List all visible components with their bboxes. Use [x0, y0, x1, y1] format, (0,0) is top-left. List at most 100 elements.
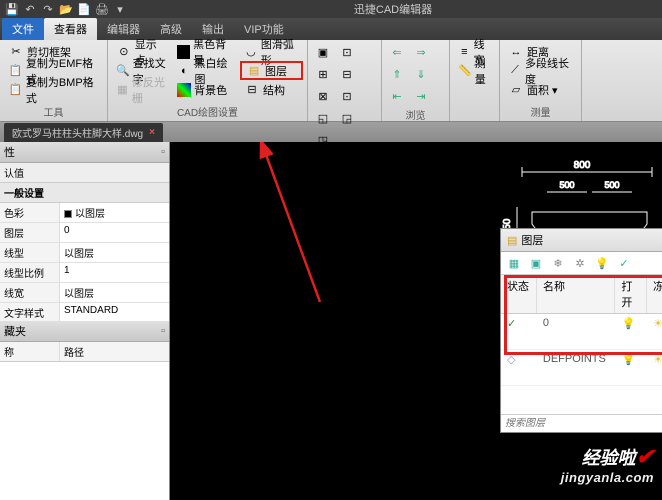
layer-filter-icon[interactable]: ✲ [572, 255, 588, 271]
layer-settings-icon[interactable]: ❄ [550, 255, 566, 271]
layer-panel[interactable]: ▤ 图层 ▦ ▣ ❄ ✲ 💡 ✓ 状态 名称 打开 冻结 色彩 ✓ 0 💡 ☀ … [500, 228, 662, 433]
layer-states-icon[interactable]: ▣ [528, 255, 544, 271]
app-title: 迅捷CAD编辑器 [128, 1, 658, 17]
nav-down-icon[interactable]: ⇓ [410, 64, 432, 84]
annotation-red-box [504, 275, 662, 355]
svg-text:500: 500 [604, 180, 619, 190]
close-tab-icon[interactable]: × [149, 127, 155, 138]
new-layer-icon[interactable]: ▦ [506, 255, 522, 271]
qat-dropdown-icon[interactable]: ▾ [112, 1, 128, 17]
prop-row-textstyle[interactable]: 文字样式STANDARD [0, 303, 169, 321]
group-label-measure: 测量 [504, 103, 577, 119]
bg-color-button[interactable]: 背景色 [173, 80, 238, 99]
pos-btn-7[interactable]: ◱ [312, 108, 334, 128]
layers-icon: ▤ [507, 234, 517, 247]
pos-btn-5[interactable]: ⊠ [312, 86, 334, 106]
area-icon: ▱ [508, 82, 524, 98]
tree-icon: ⊟ [244, 82, 260, 98]
raster-icon: ▦ [116, 82, 129, 98]
sun-icon[interactable]: ☀ [653, 354, 662, 366]
pos-btn-3[interactable]: ⊞ [312, 64, 334, 84]
point-icon: ⊙ [116, 44, 132, 60]
layers-icon: ▤ [246, 63, 262, 79]
pos-btn-8[interactable]: ◲ [336, 108, 358, 128]
copy-bmp-button[interactable]: 📋复制为BMP格式 [4, 80, 103, 99]
prop-row-lineweight[interactable]: 线宽以图层 [0, 283, 169, 303]
ribbon-group-position: ▣ ⊡ ⊞ ⊟ ⊠ ⊡ ◱ ◲ ◳ 位置 [308, 40, 382, 121]
prop-row-color[interactable]: 色彩以图层 [0, 203, 169, 223]
layer-bulb-icon[interactable]: 💡 [594, 255, 610, 271]
default-value-label: 认值 [0, 163, 169, 183]
close-favorites-icon[interactable]: ▫ [161, 325, 165, 337]
svg-text:800: 800 [574, 160, 591, 171]
layers-button[interactable]: ▤图层 [240, 61, 303, 80]
title-bar: 💾 ↶ ↷ 📂 📄 🖨 ▾ 迅捷CAD编辑器 [0, 0, 662, 18]
nav-up-icon[interactable]: ⇑ [386, 64, 408, 84]
group-label-browse: 浏览 [386, 106, 445, 122]
ribbon-group-lineweight: ≡线宽 📏测量 [450, 40, 500, 121]
watermark: 经验啦✔ jingyanla.com [561, 444, 654, 485]
layer-row[interactable]: ◇ DEFPOINTS 💡 ☀ 黑 [501, 350, 662, 386]
ribbon-tabs: 文件 查看器 编辑器 高级 输出 VIP功能 [0, 18, 662, 40]
layer-icon: ◇ [507, 354, 515, 366]
nav-left-icon[interactable]: ⇐ [386, 42, 408, 62]
close-panel-icon[interactable]: ▫ [161, 146, 165, 158]
area-button[interactable]: ▱面积 ▾ [504, 80, 577, 99]
nav-right-icon[interactable]: ⇒ [410, 42, 432, 62]
line-icon: ≡ [458, 44, 471, 60]
lightbulb-icon[interactable]: 💡 [622, 354, 636, 366]
layer-panel-header[interactable]: ▤ 图层 [501, 229, 662, 252]
smooth-arc-button[interactable]: ◡图滑弧形 [240, 42, 303, 61]
properties-header: 性 ▫ [0, 142, 169, 163]
tab-file[interactable]: 文件 [2, 18, 44, 40]
favorites-header: 藏夹 ▫ [0, 321, 169, 342]
prop-row-layer[interactable]: 图层0 [0, 223, 169, 243]
ribbon-group-measure: ↔距离 ⟋多段线长度 ▱面积 ▾ 测量 [500, 40, 582, 121]
qat-new-icon[interactable]: 📄 [76, 1, 92, 17]
measure-button[interactable]: 📏测量 [454, 61, 495, 80]
qat-undo-icon[interactable]: ↶ [22, 1, 38, 17]
qat-open-icon[interactable]: 📂 [58, 1, 74, 17]
check-mark-icon: ✔ [636, 444, 654, 469]
layer-toolbar: ▦ ▣ ❄ ✲ 💡 ✓ [501, 252, 662, 275]
polyline-length-button[interactable]: ⟋多段线长度 [504, 61, 577, 80]
search-icon: 🔍 [116, 63, 130, 79]
section-general: 一般设置 [0, 183, 169, 203]
arc-icon: ◡ [244, 44, 258, 60]
ribbon-group-tools: ✂剪切框架 📋复制为EMF格式 📋复制为BMP格式 工具 [0, 40, 108, 121]
group-label-tools: 工具 [4, 103, 103, 119]
qat-save-icon[interactable]: 💾 [4, 1, 20, 17]
pos-btn-4[interactable]: ⊟ [336, 64, 358, 84]
prop-row-ltscale[interactable]: 线型比例1 [0, 263, 169, 283]
nav-prev-icon[interactable]: ⇤ [386, 86, 408, 106]
structure-button[interactable]: ⊟结构 [240, 80, 303, 99]
distance-icon: ↔ [508, 44, 524, 60]
nav-end-icon[interactable]: ⇥ [410, 86, 432, 106]
layer-check-icon[interactable]: ✓ [616, 255, 632, 271]
bw-icon: ◐ [177, 63, 191, 79]
qat-redo-icon[interactable]: ↷ [40, 1, 56, 17]
prop-row-linetype[interactable]: 线型以图层 [0, 243, 169, 263]
black-square-icon [177, 45, 190, 59]
polyline-icon: ⟋ [508, 63, 522, 79]
scissors-icon: ✂ [8, 44, 24, 60]
ribbon: ✂剪切框架 📋复制为EMF格式 📋复制为BMP格式 工具 ⊙显示点 🔍查找文字 … [0, 40, 662, 122]
quick-access-toolbar: 💾 ↶ ↷ 📂 📄 🖨 ▾ [4, 1, 128, 17]
bw-draw-button[interactable]: ◐黑白绘图 [173, 61, 238, 80]
document-tab[interactable]: 欧式罗马柱柱头柱脚大样.dwg × [4, 123, 163, 142]
pos-btn-2[interactable]: ⊡ [336, 42, 358, 62]
svg-text:500: 500 [559, 180, 574, 190]
group-label-5 [454, 118, 495, 119]
layer-search-bar [501, 414, 662, 432]
document-name: 欧式罗马柱柱头柱脚大样.dwg [12, 125, 143, 140]
copy-icon: 📋 [8, 82, 23, 98]
tab-viewer[interactable]: 查看器 [44, 18, 97, 40]
pos-btn-6[interactable]: ⊡ [336, 86, 358, 106]
favorites-body [0, 362, 169, 500]
ruler-icon: 📏 [458, 63, 472, 79]
qat-print-icon[interactable]: 🖨 [94, 1, 110, 17]
layer-search-input[interactable] [505, 418, 662, 429]
group-label-cad: CAD绘图设置 [112, 103, 303, 119]
pos-btn-1[interactable]: ▣ [312, 42, 334, 62]
color-icon [177, 83, 191, 97]
